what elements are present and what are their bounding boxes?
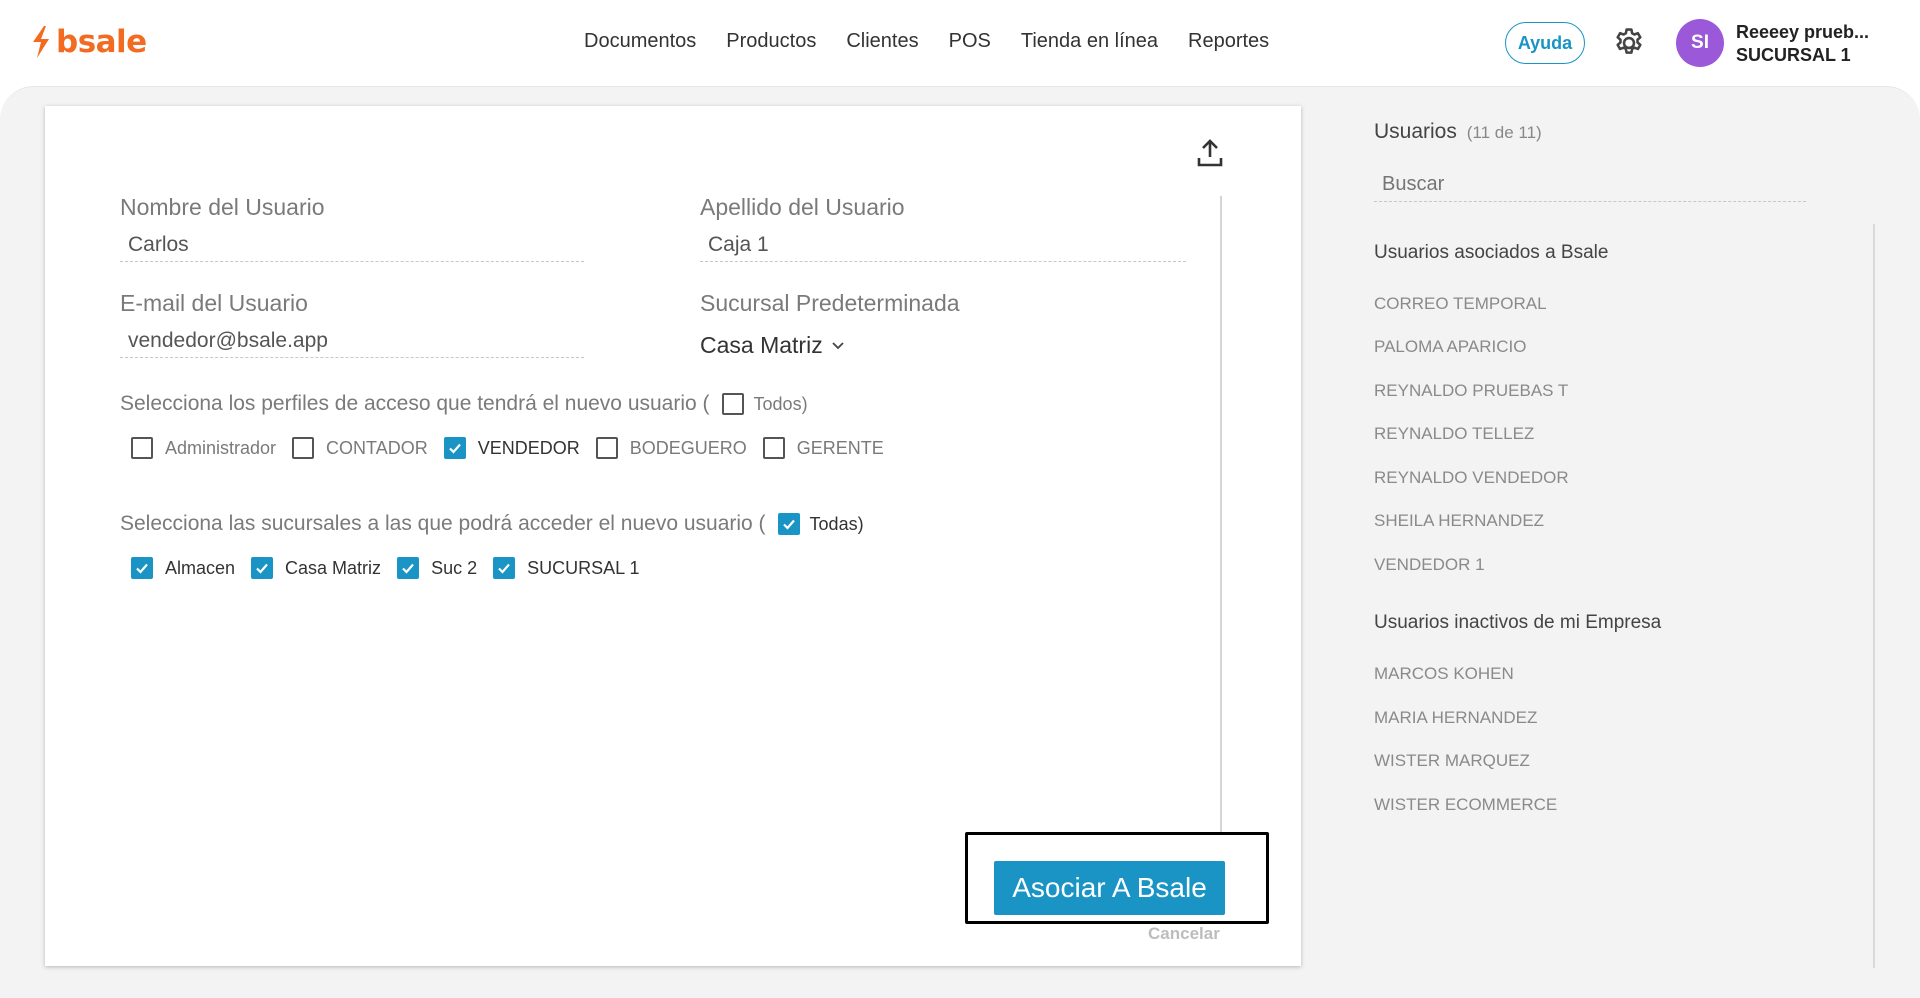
last-name-input[interactable] bbox=[700, 228, 1186, 262]
bsale-bolt-icon bbox=[33, 26, 49, 58]
checkbox[interactable] bbox=[131, 437, 153, 459]
checkmark-icon bbox=[498, 563, 510, 574]
avatar[interactable]: SI bbox=[1676, 19, 1724, 67]
checkmark-icon bbox=[402, 563, 414, 574]
associated-users-title: Usuarios asociados a Bsale bbox=[1374, 242, 1609, 263]
profile-contador[interactable]: CONTADOR bbox=[292, 437, 428, 459]
user-list-item[interactable]: CORREO TEMPORAL bbox=[1374, 294, 1547, 314]
nav-documentos[interactable]: Documentos bbox=[584, 30, 696, 53]
gear-icon[interactable] bbox=[1612, 26, 1646, 60]
default-branch-select[interactable]: Casa Matriz bbox=[700, 332, 845, 359]
nav-tienda-en-linea[interactable]: Tienda en línea bbox=[1021, 30, 1158, 53]
profile-vendedor[interactable]: VENDEDOR bbox=[443, 437, 580, 459]
profile-administrador[interactable]: Administrador bbox=[131, 437, 276, 459]
cancel-link[interactable]: Cancelar bbox=[1148, 924, 1220, 944]
default-branch-value: Casa Matriz bbox=[700, 332, 823, 358]
checkbox-checked[interactable] bbox=[397, 557, 420, 579]
nav-pos[interactable]: POS bbox=[949, 30, 991, 53]
branch-suc-2[interactable]: Suc 2 bbox=[397, 557, 477, 579]
branches-all-label: Todas) bbox=[809, 513, 864, 534]
user-list-item[interactable]: REYNALDO TELLEZ bbox=[1374, 424, 1534, 444]
branch-almacen[interactable]: Almacen bbox=[131, 557, 235, 579]
email-input[interactable] bbox=[120, 324, 584, 358]
nav-clientes[interactable]: Clientes bbox=[846, 30, 918, 53]
associate-button[interactable]: Asociar A Bsale bbox=[994, 861, 1225, 915]
checkmark-icon bbox=[448, 443, 461, 454]
users-title-text: Usuarios bbox=[1374, 120, 1457, 143]
form-divider bbox=[1220, 196, 1222, 832]
inactive-users-title: Usuarios inactivos de mi Empresa bbox=[1374, 612, 1662, 633]
branches-prompt-text: Selecciona las sucursales a las que podr… bbox=[120, 512, 766, 535]
profiles-all-label: Todos) bbox=[753, 393, 808, 414]
checkbox-label: Administrador bbox=[165, 437, 277, 458]
main-nav: Documentos Productos Clientes POS Tienda… bbox=[584, 30, 1299, 53]
profile-bodeguero[interactable]: BODEGUERO bbox=[595, 437, 747, 459]
nav-productos[interactable]: Productos bbox=[726, 30, 816, 53]
sidebar-scroll-divider bbox=[1873, 224, 1875, 968]
profiles-checkbox-row: Administrador CONTADOR VENDEDOR BODEGUER… bbox=[131, 437, 900, 459]
checkbox[interactable] bbox=[292, 437, 315, 459]
checkmark-icon bbox=[136, 563, 148, 574]
branches-checkbox-row: Almacen Casa Matriz Suc 2 SUCURSAL 1 bbox=[131, 557, 655, 579]
checkbox-label: BODEGUERO bbox=[629, 437, 747, 458]
profiles-all-checkbox[interactable] bbox=[721, 393, 744, 415]
top-bar: bsale Documentos Productos Clientes POS … bbox=[0, 0, 1920, 86]
checkbox[interactable] bbox=[595, 437, 618, 459]
checkbox-label: SUCURSAL 1 bbox=[527, 557, 640, 578]
bsale-logo[interactable]: bsale bbox=[30, 24, 147, 60]
nav-reportes[interactable]: Reportes bbox=[1188, 30, 1269, 53]
users-search-input[interactable] bbox=[1374, 168, 1806, 202]
users-title: Usuarios (11 de 11) bbox=[1374, 120, 1542, 144]
user-branch: SUCURSAL 1 bbox=[1736, 45, 1851, 65]
branch-casa-matriz[interactable]: Casa Matriz bbox=[251, 557, 381, 579]
checkbox-label: VENDEDOR bbox=[477, 437, 580, 458]
profile-gerente[interactable]: GERENTE bbox=[762, 437, 884, 459]
first-name-label: Nombre del Usuario bbox=[120, 194, 325, 220]
email-label: E-mail del Usuario bbox=[120, 290, 308, 316]
checkbox-label: Suc 2 bbox=[431, 557, 478, 578]
user-list-item[interactable]: PALOMA APARICIO bbox=[1374, 337, 1526, 357]
profiles-prompt-text: Selecciona los perfiles de acceso que te… bbox=[120, 392, 710, 415]
user-list-item[interactable]: VENDEDOR 1 bbox=[1374, 555, 1485, 575]
help-button[interactable]: Ayuda bbox=[1505, 22, 1585, 64]
checkbox[interactable] bbox=[762, 437, 785, 459]
chevron-down-icon bbox=[832, 341, 844, 349]
checkbox-checked[interactable] bbox=[443, 437, 466, 459]
user-list-item[interactable]: REYNALDO VENDEDOR bbox=[1374, 468, 1569, 488]
checkbox-checked[interactable] bbox=[493, 557, 516, 579]
checkbox-label: Almacen bbox=[165, 557, 236, 578]
branches-all-checkbox[interactable] bbox=[777, 513, 800, 535]
default-branch-label: Sucursal Predeterminada bbox=[700, 290, 960, 316]
profiles-prompt: Selecciona los perfiles de acceso que te… bbox=[120, 392, 808, 416]
user-list-item[interactable]: REYNALDO PRUEBAS T bbox=[1374, 381, 1568, 401]
checkbox-label: GERENTE bbox=[796, 437, 884, 458]
user-name[interactable]: Reeeey prueb... bbox=[1736, 22, 1869, 43]
user-list-item[interactable]: WISTER ECOMMERCE bbox=[1374, 795, 1557, 815]
user-list-item[interactable]: MARIA HERNANDEZ bbox=[1374, 708, 1537, 728]
branches-prompt: Selecciona las sucursales a las que podr… bbox=[120, 512, 864, 536]
users-count: (11 de 11) bbox=[1466, 123, 1542, 142]
checkmark-icon bbox=[256, 563, 268, 574]
checkbox-label: Casa Matriz bbox=[285, 557, 382, 578]
checkmark-icon bbox=[782, 519, 795, 530]
brand-name: bsale bbox=[56, 24, 147, 60]
user-list-item[interactable]: MARCOS KOHEN bbox=[1374, 664, 1514, 684]
first-name-input[interactable] bbox=[120, 228, 584, 262]
checkbox-label: CONTADOR bbox=[326, 437, 428, 458]
user-list-item[interactable]: WISTER MARQUEZ bbox=[1374, 751, 1530, 771]
upload-icon[interactable] bbox=[1196, 138, 1224, 168]
checkbox-checked[interactable] bbox=[131, 557, 153, 579]
branch-sucursal-1[interactable]: SUCURSAL 1 bbox=[493, 557, 639, 579]
user-list-item[interactable]: SHEILA HERNANDEZ bbox=[1374, 511, 1544, 531]
checkbox-checked[interactable] bbox=[251, 557, 274, 579]
last-name-label: Apellido del Usuario bbox=[700, 194, 905, 220]
